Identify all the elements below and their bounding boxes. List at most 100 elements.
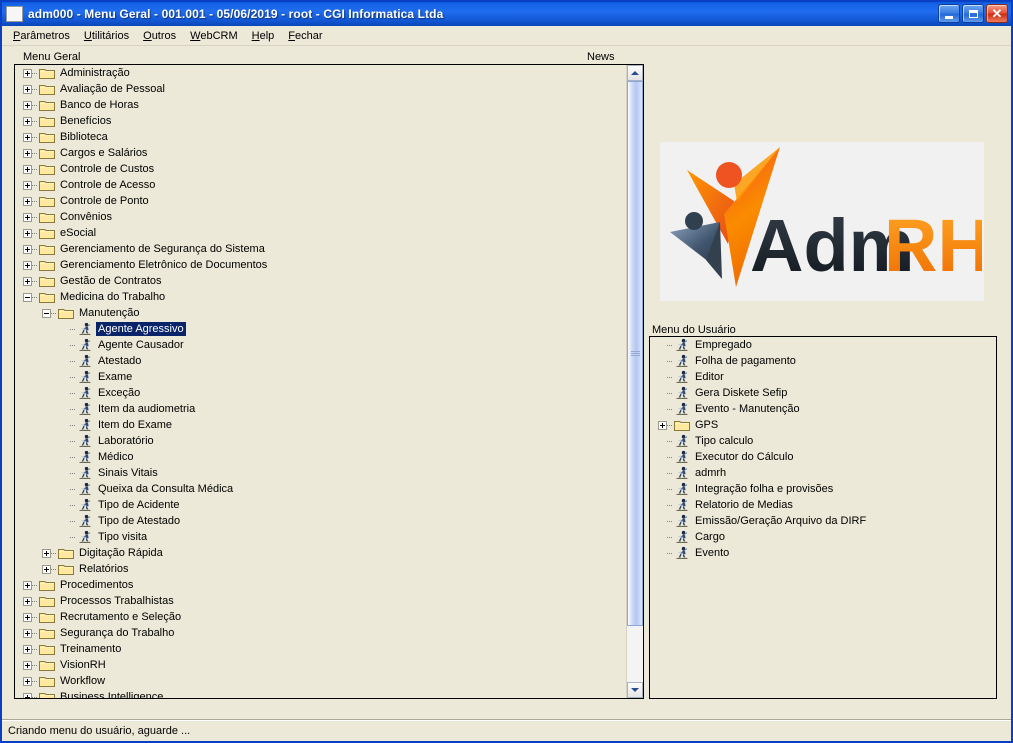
scroll-up-button[interactable] (627, 65, 643, 81)
tree-folder-item[interactable]: Gerenciamento de Segurança do Sistema (15, 241, 626, 257)
expand-plus-icon[interactable] (23, 580, 32, 590)
tree-leaf-item[interactable]: Gera Diskete Sefip (650, 385, 996, 401)
expand-plus-icon[interactable] (23, 196, 32, 206)
tree-leaf-item[interactable]: Executor do Cálculo (650, 449, 996, 465)
expand-plus-icon[interactable] (23, 100, 32, 110)
expand-plus-icon[interactable] (23, 644, 32, 654)
menubar-item-outros[interactable]: Outros (136, 28, 183, 44)
tree-leaf-item[interactable]: Tipo calculo (650, 433, 996, 449)
tree-leaf-item[interactable]: admrh (650, 465, 996, 481)
tree-folder-item[interactable]: Procedimentos (15, 577, 626, 593)
tree-leaf-item[interactable]: Agente Agressivo (15, 321, 626, 337)
tree-folder-item[interactable]: Benefícios (15, 113, 626, 129)
tree-leaf-item[interactable]: Exame (15, 369, 626, 385)
expand-plus-icon[interactable] (23, 276, 32, 286)
tree-folder-item[interactable]: Medicina do Trabalho (15, 289, 626, 305)
tree-folder-item[interactable]: Business Intelligence (15, 689, 626, 698)
tree-folder-item[interactable]: Avaliação de Pessoal (15, 81, 626, 97)
tree-folder-item[interactable]: Controle de Ponto (15, 193, 626, 209)
tree-folder-item[interactable]: Relatórios (15, 561, 626, 577)
scrollbar-thumb[interactable] (627, 81, 643, 626)
menu-geral-tree[interactable]: Administração Avaliação de Pessoal Banco d… (15, 65, 626, 698)
tree-folder-item[interactable]: Workflow (15, 673, 626, 689)
expand-plus-icon[interactable] (23, 612, 32, 622)
tree-leaf-item[interactable]: Editor (650, 369, 996, 385)
menubar-item-help[interactable]: Help (245, 28, 282, 44)
menu-usuario-tree-panel[interactable]: Empregado Folha de pagamento Editor Gera Di… (649, 336, 997, 699)
collapse-minus-icon[interactable] (42, 308, 51, 318)
tree-leaf-item[interactable]: Laboratório (15, 433, 626, 449)
expand-plus-icon[interactable] (23, 596, 32, 606)
expand-plus-icon[interactable] (23, 228, 32, 238)
tree-leaf-item[interactable]: Integração folha e provisões (650, 481, 996, 497)
tree-folder-item[interactable]: Processos Trabalhistas (15, 593, 626, 609)
tree-leaf-item[interactable]: Evento (650, 545, 996, 561)
expand-plus-icon[interactable] (23, 260, 32, 270)
tree-folder-item[interactable]: Controle de Custos (15, 161, 626, 177)
scrollbar-track[interactable] (627, 81, 643, 682)
minimize-button[interactable] (938, 4, 960, 23)
tree-vertical-scrollbar[interactable] (626, 65, 643, 698)
tree-leaf-item[interactable]: Folha de pagamento (650, 353, 996, 369)
tree-leaf-item[interactable]: Cargo (650, 529, 996, 545)
tree-leaf-item[interactable]: Exceção (15, 385, 626, 401)
menubar-item-par-metros[interactable]: Parâmetros (6, 28, 77, 44)
menubar-item-utilit-rios[interactable]: Utilitários (77, 28, 136, 44)
tree-folder-item[interactable]: Controle de Acesso (15, 177, 626, 193)
tree-folder-item[interactable]: Cargos e Salários (15, 145, 626, 161)
expand-plus-icon[interactable] (23, 68, 32, 78)
tree-folder-item[interactable]: Biblioteca (15, 129, 626, 145)
expand-plus-icon[interactable] (23, 132, 32, 142)
close-button[interactable]: ✕ (986, 4, 1008, 23)
expand-plus-icon[interactable] (42, 548, 51, 558)
tree-folder-item[interactable]: Digitação Rápida (15, 545, 626, 561)
scroll-down-button[interactable] (627, 682, 643, 698)
expand-plus-icon[interactable] (23, 244, 32, 254)
tree-leaf-item[interactable]: Relatorio de Medias (650, 497, 996, 513)
expand-plus-icon[interactable] (42, 564, 51, 574)
tree-leaf-item[interactable]: Emissão/Geração Arquivo da DIRF (650, 513, 996, 529)
tree-folder-item[interactable]: Manutenção (15, 305, 626, 321)
tree-leaf-item[interactable]: Tipo de Atestado (15, 513, 626, 529)
expand-plus-icon[interactable] (23, 676, 32, 686)
tree-leaf-item[interactable]: Queixa da Consulta Médica (15, 481, 626, 497)
expand-plus-icon[interactable] (23, 180, 32, 190)
expand-plus-icon[interactable] (23, 116, 32, 126)
tree-folder-item[interactable]: Banco de Horas (15, 97, 626, 113)
expand-plus-icon[interactable] (658, 420, 667, 430)
expand-plus-icon[interactable] (23, 628, 32, 638)
tree-leaf-item[interactable]: Empregado (650, 337, 996, 353)
tree-folder-item[interactable]: Treinamento (15, 641, 626, 657)
tree-leaf-item[interactable]: Item do Exame (15, 417, 626, 433)
tree-folder-item[interactable]: Administração (15, 65, 626, 81)
expand-plus-icon[interactable] (23, 212, 32, 222)
tree-leaf-item[interactable]: Atestado (15, 353, 626, 369)
tree-leaf-item[interactable]: Tipo visita (15, 529, 626, 545)
expand-plus-icon[interactable] (23, 164, 32, 174)
collapse-minus-icon[interactable] (23, 292, 32, 302)
expand-plus-icon[interactable] (23, 692, 32, 698)
tree-leaf-item[interactable]: Agente Causador (15, 337, 626, 353)
tree-leaf-item[interactable]: Evento - Manutenção (650, 401, 996, 417)
expand-plus-icon[interactable] (23, 148, 32, 158)
tree-folder-item[interactable]: GPS (650, 417, 996, 433)
tree-folder-item[interactable]: Convênios (15, 209, 626, 225)
expand-plus-icon[interactable] (23, 84, 32, 94)
tree-leaf-item[interactable]: Item da audiometria (15, 401, 626, 417)
tree-leaf-item[interactable]: Sinais Vitais (15, 465, 626, 481)
menu-geral-tree-panel[interactable]: Administração Avaliação de Pessoal Banco d… (14, 64, 644, 699)
expand-plus-icon[interactable] (23, 660, 32, 670)
titlebar[interactable]: adm000 - Menu Geral - 001.001 - 05/06/20… (2, 2, 1011, 26)
tree-leaf-item[interactable]: Médico (15, 449, 626, 465)
tree-folder-item[interactable]: Segurança do Trabalho (15, 625, 626, 641)
maximize-button[interactable] (962, 4, 984, 23)
tree-folder-item[interactable]: Gerenciamento Eletrônico de Documentos (15, 257, 626, 273)
tree-folder-item[interactable]: Recrutamento e Seleção (15, 609, 626, 625)
tree-folder-item[interactable]: eSocial (15, 225, 626, 241)
menu-usuario-tree[interactable]: Empregado Folha de pagamento Editor Gera Di… (650, 337, 996, 698)
tree-folder-item[interactable]: VisionRH (15, 657, 626, 673)
tree-leaf-item[interactable]: Tipo de Acidente (15, 497, 626, 513)
menubar-item-webcrm[interactable]: WebCRM (183, 28, 244, 44)
tree-folder-item[interactable]: Gestão de Contratos (15, 273, 626, 289)
menubar-item-fechar[interactable]: Fechar (281, 28, 329, 44)
